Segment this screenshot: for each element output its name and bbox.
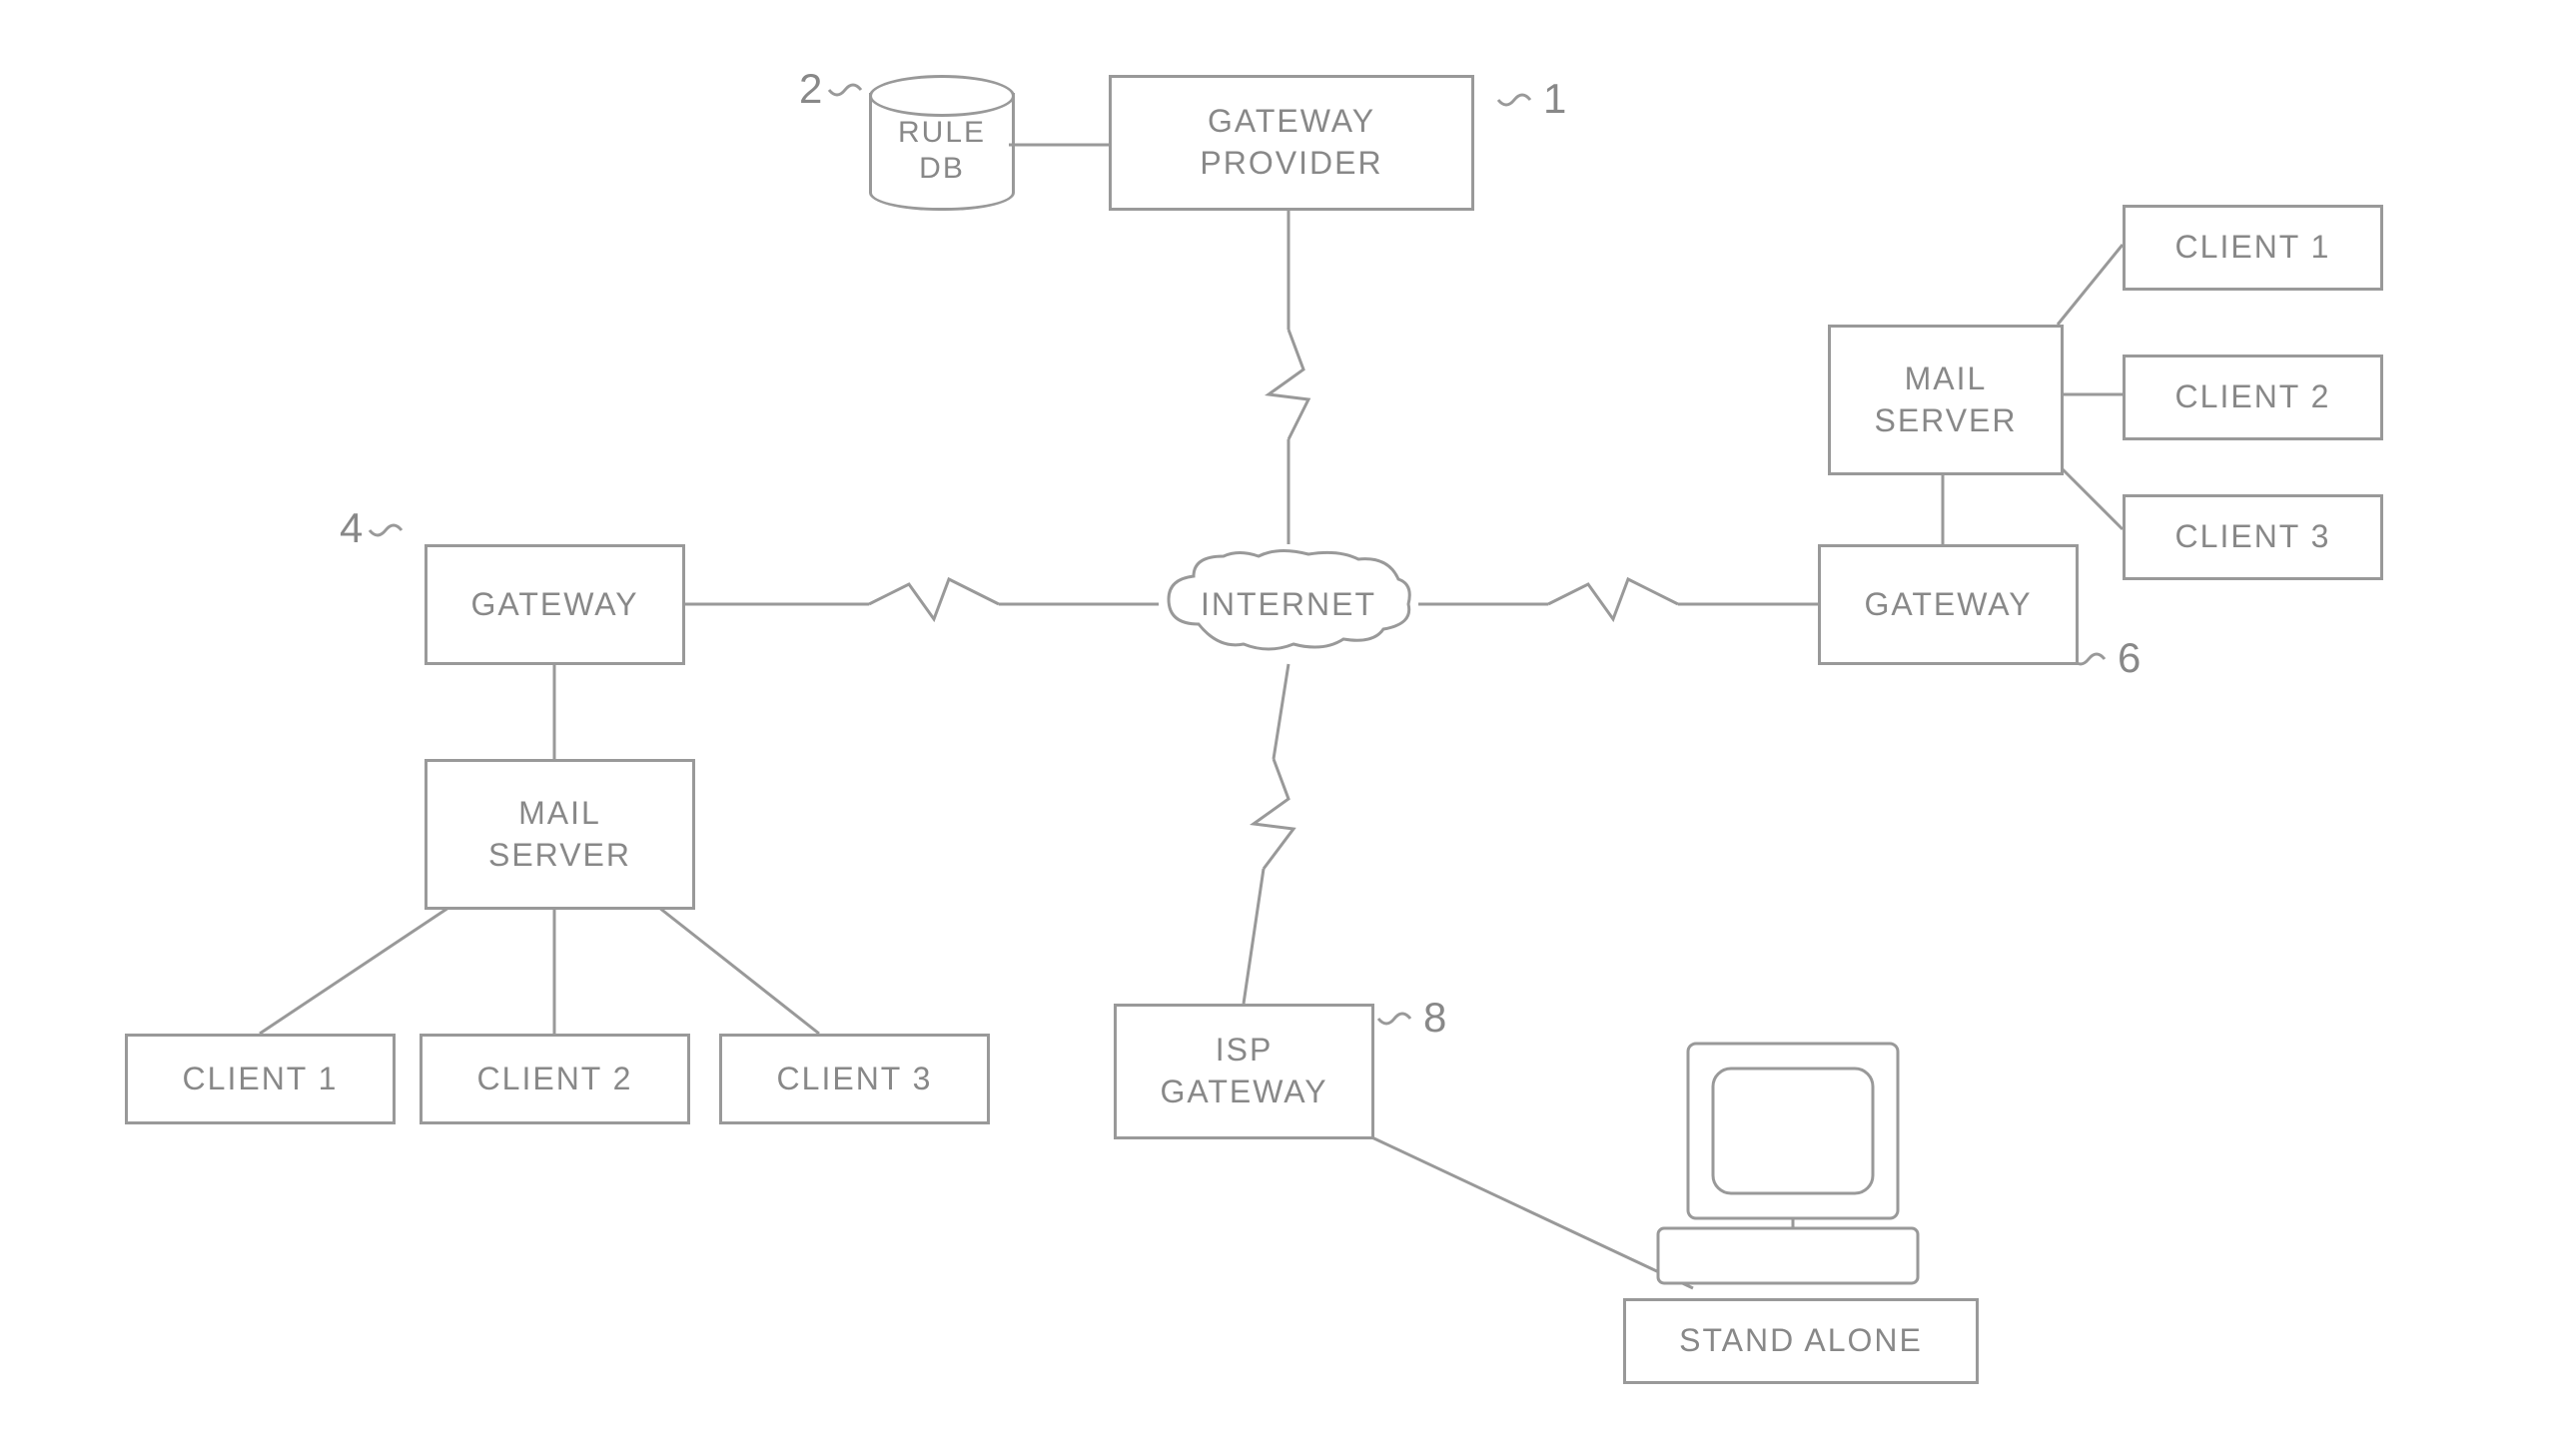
- gateway-right: GATEWAY: [1818, 544, 2079, 665]
- label-2: 2: [799, 65, 822, 113]
- mail-server-left-label: MAIL SERVER: [488, 793, 631, 876]
- gateway-left: GATEWAY: [425, 544, 685, 665]
- mail-server-right: MAIL SERVER: [1828, 325, 2064, 475]
- client3-left: CLIENT 3: [719, 1034, 990, 1124]
- client2-left: CLIENT 2: [420, 1034, 690, 1124]
- gateway-left-label: GATEWAY: [470, 584, 638, 626]
- client2-left-label: CLIENT 2: [477, 1059, 633, 1100]
- client3-left-label: CLIENT 3: [777, 1059, 933, 1100]
- label-4: 4: [340, 504, 363, 552]
- mail-server-left: MAIL SERVER: [425, 759, 695, 910]
- stand-alone-label: STAND ALONE: [1679, 1320, 1923, 1362]
- computer-icon: [1648, 1034, 1928, 1298]
- client2-right: CLIENT 2: [2123, 355, 2383, 440]
- gateway-provider: GATEWAY PROVIDER: [1109, 75, 1474, 211]
- client3-right-label: CLIENT 3: [2175, 516, 2331, 558]
- label-8: 8: [1423, 994, 1446, 1042]
- rule-db: RULE DB: [869, 75, 1009, 205]
- client1-left: CLIENT 1: [125, 1034, 396, 1124]
- internet-cloud: INTERNET: [1159, 544, 1418, 664]
- client2-right-label: CLIENT 2: [2175, 376, 2331, 418]
- rule-db-label: RULE DB: [898, 115, 986, 187]
- isp-gateway: ISP GATEWAY: [1114, 1004, 1374, 1139]
- mail-server-right-label: MAIL SERVER: [1874, 359, 2017, 441]
- client1-right-label: CLIENT 1: [2175, 227, 2331, 269]
- label-6: 6: [2118, 634, 2141, 682]
- client3-right: CLIENT 3: [2123, 494, 2383, 580]
- gateway-right-label: GATEWAY: [1864, 584, 2032, 626]
- label-1: 1: [1543, 75, 1566, 123]
- internet-label: INTERNET: [1201, 586, 1376, 623]
- isp-gateway-label: ISP GATEWAY: [1160, 1030, 1327, 1112]
- stand-alone: STAND ALONE: [1623, 1298, 1979, 1384]
- client1-right: CLIENT 1: [2123, 205, 2383, 291]
- gateway-provider-label: GATEWAY PROVIDER: [1200, 101, 1382, 184]
- client1-left-label: CLIENT 1: [183, 1059, 339, 1100]
